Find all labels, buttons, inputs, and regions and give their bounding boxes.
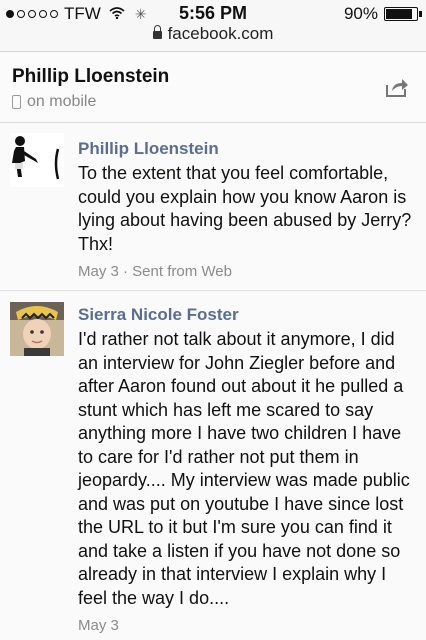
battery-percent: 90% [343,4,378,23]
message-sender[interactable]: Phillip Lloenstein [78,139,219,159]
battery-icon [384,7,422,21]
phone-icon [12,95,21,109]
conversation-title[interactable]: Phillip Lloenstein [12,66,169,88]
message-text: To the extent that you feel comfortable,… [78,163,412,254]
share-icon[interactable] [384,76,410,98]
message-item: Phillip Lloenstein To the extent that yo… [0,123,426,291]
presence-status-label: on mobile [27,93,97,110]
message-item: Sierra Nicole Foster I'd rather not talk… [0,291,426,640]
avatar[interactable] [10,302,64,356]
url-domain: facebook.com [167,24,274,43]
status-bar: TFW ✳ 5:56 PM 90% [0,0,426,24]
presence-status: on mobile [12,93,96,111]
message-meta: May 3 · Sent from Web [78,263,232,280]
lock-icon [152,25,162,39]
status-bar-right: 90% [343,4,422,24]
message-sender[interactable]: Sierra Nicole Foster [78,305,239,325]
message-text: I'd rather not talk about it anymore, I … [78,329,410,608]
conversation-header: Phillip Lloenstein on mobile [0,52,426,123]
url-bar[interactable]: facebook.com [0,24,426,52]
avatar[interactable] [10,133,64,187]
message-meta: May 3 [78,617,119,634]
battery-level-fill [386,9,412,19]
